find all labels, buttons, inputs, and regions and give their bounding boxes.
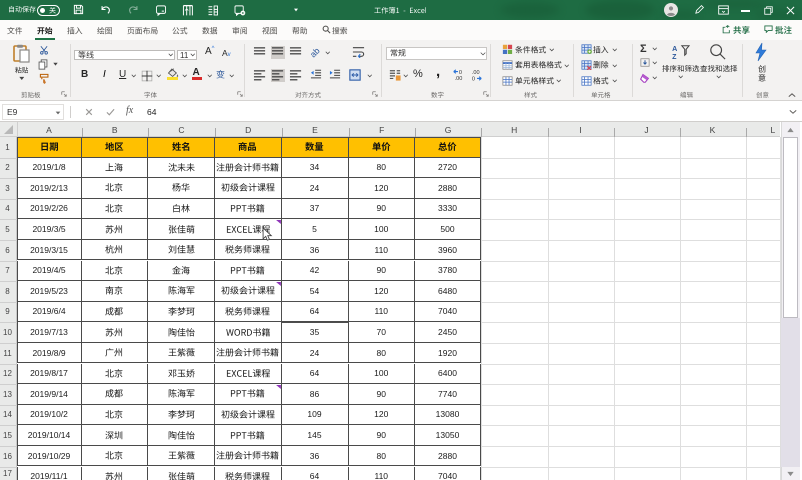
svg-text:.00: .00 xyxy=(455,76,463,81)
svg-text:A: A xyxy=(672,45,677,53)
svg-text:Z: Z xyxy=(672,53,677,60)
svg-text:0: 0 xyxy=(472,76,475,80)
svg-text:ab: ab xyxy=(311,46,322,58)
svg-text:.00: .00 xyxy=(472,70,480,76)
svg-text:0: 0 xyxy=(459,70,462,76)
